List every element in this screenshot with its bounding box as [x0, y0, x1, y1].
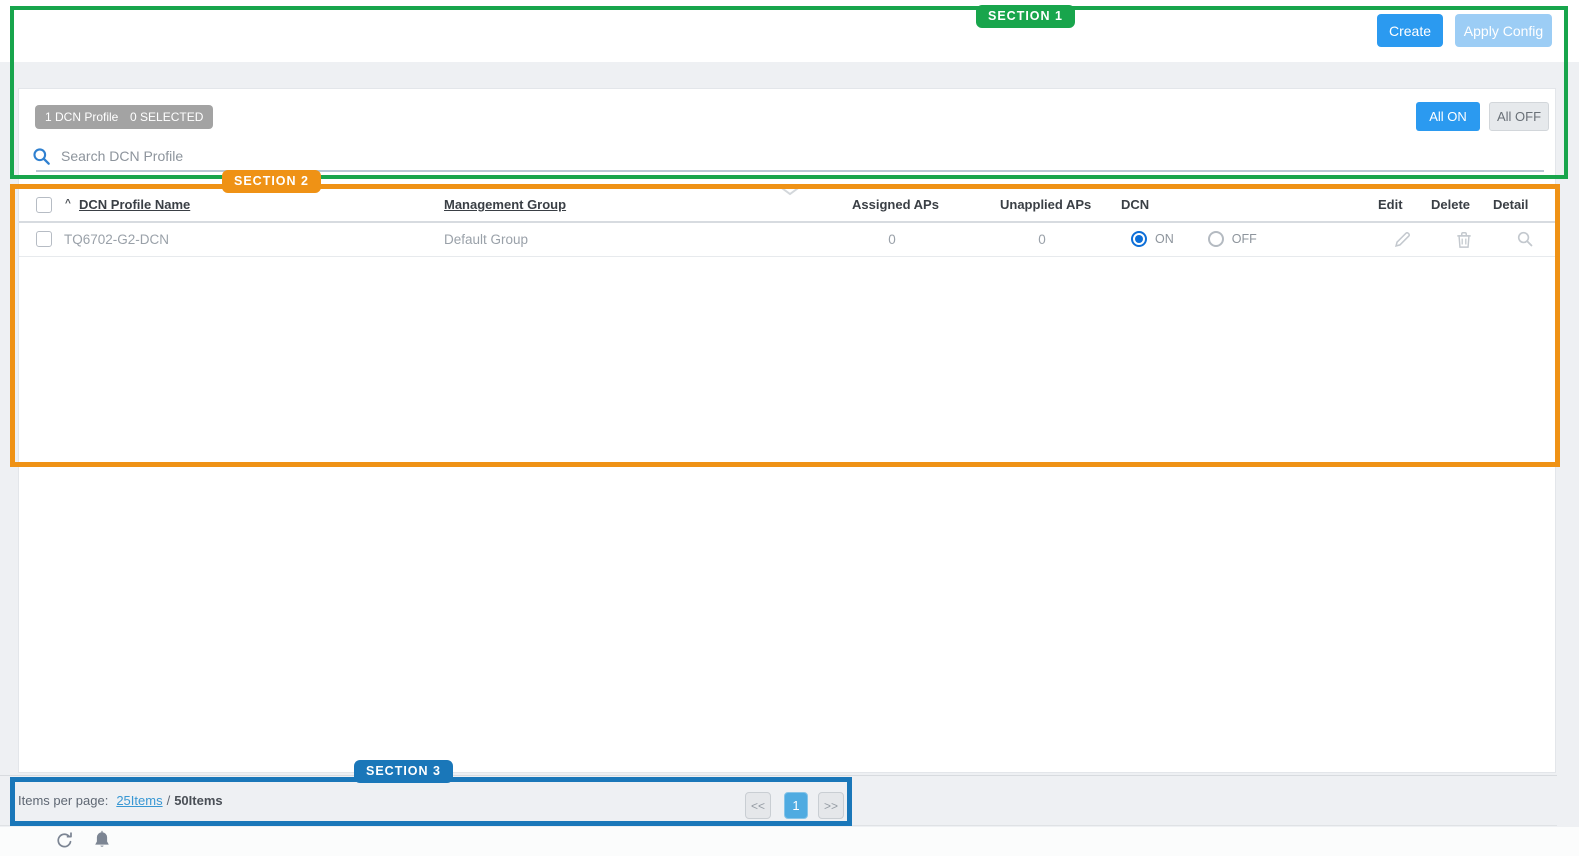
search-bar	[32, 144, 1532, 168]
sort-ascending-icon: ^	[65, 198, 71, 209]
management-group: Default Group	[444, 232, 528, 247]
pagination-bar: Items per page: 25Items / 50Items << 1 >…	[0, 775, 1557, 826]
create-button[interactable]: Create	[1377, 14, 1443, 47]
items-separator: /	[167, 793, 171, 808]
items-total-label: 50Items	[174, 793, 222, 808]
unapplied-aps-value: 0	[1000, 232, 1084, 247]
footer-strip	[0, 827, 1579, 856]
items-per-page: Items per page: 25Items / 50Items	[18, 776, 223, 825]
delete-trash-icon[interactable]	[1455, 230, 1473, 254]
all-on-button[interactable]: All ON	[1416, 102, 1480, 131]
column-header-detail: Detail	[1493, 197, 1528, 212]
column-header-assigned-aps: Assigned APs	[852, 197, 939, 212]
table-header-row: ^ DCN Profile Name Management Group Assi…	[19, 191, 1555, 223]
column-header-dcn-profile-name[interactable]: DCN Profile Name	[79, 197, 190, 212]
search-underline	[36, 170, 1544, 172]
profile-count-badge: 1 DCN Profile	[35, 105, 128, 129]
column-header-dcn: DCN	[1121, 197, 1149, 212]
items-per-page-label: Items per page:	[18, 793, 108, 808]
pagination-prev-button[interactable]: <<	[745, 792, 771, 819]
dcn-off-radio[interactable]	[1208, 231, 1224, 247]
pagination-next-button[interactable]: >>	[818, 792, 844, 819]
toolbar: Create Apply Config	[0, 0, 1579, 62]
dcn-profile-screen: Create Apply Config 1 DCN Profile 0 SELE…	[0, 0, 1579, 856]
apply-config-button[interactable]: Apply Config	[1455, 14, 1552, 47]
items-per-page-25-link[interactable]: 25Items	[116, 793, 162, 808]
dcn-profile-panel: 1 DCN Profile 0 SELECTED All ON All OFF …	[18, 88, 1556, 773]
dcn-on-radio[interactable]	[1131, 231, 1147, 247]
detail-magnifier-icon[interactable]	[1516, 230, 1534, 253]
search-input[interactable]	[61, 148, 1461, 164]
edit-pencil-icon[interactable]	[1393, 230, 1412, 254]
assigned-aps-value: 0	[852, 232, 932, 247]
dcn-off-label: OFF	[1232, 232, 1257, 246]
selected-count-badge: 0 SELECTED	[120, 105, 213, 129]
all-off-button[interactable]: All OFF	[1489, 102, 1549, 131]
dcn-toggle-group: ON OFF	[1131, 231, 1257, 247]
table-row: TQ6702-G2-DCN Default Group 0 0 ON OFF	[19, 223, 1555, 257]
column-header-edit: Edit	[1378, 197, 1403, 212]
row-checkbox[interactable]	[36, 231, 52, 247]
column-header-unapplied-aps: Unapplied APs	[1000, 197, 1091, 212]
dcn-profile-name: TQ6702-G2-DCN	[64, 232, 169, 247]
refresh-icon[interactable]	[54, 830, 75, 856]
select-all-checkbox[interactable]	[36, 197, 52, 213]
column-header-delete: Delete	[1431, 197, 1470, 212]
dcn-on-label: ON	[1155, 232, 1174, 246]
search-icon	[32, 147, 51, 166]
column-header-management-group[interactable]: Management Group	[444, 197, 566, 212]
notification-bell-icon[interactable]	[92, 830, 112, 856]
pagination-page-1-button[interactable]: 1	[784, 792, 808, 819]
